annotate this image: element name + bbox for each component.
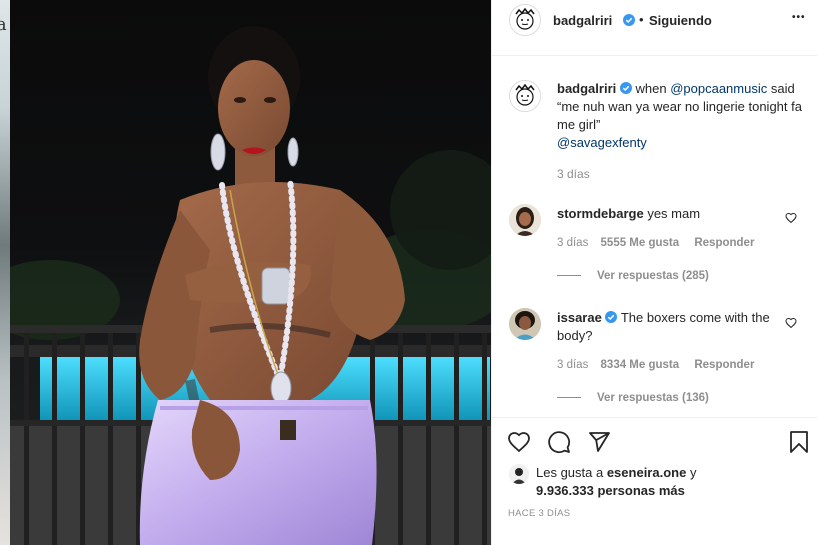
comment-2-time[interactable]: 3 días — [557, 359, 588, 371]
post-header: badgalriri • Siguiendo ••• — [492, 0, 817, 56]
comment-1-text: yes mam — [647, 206, 701, 221]
more-options-icon[interactable]: ••• — [792, 12, 806, 23]
view-replies-dash — [557, 397, 581, 399]
liker-avatar-drawing — [509, 464, 529, 484]
likes-count[interactable]: 9.936.333 personas más — [536, 483, 685, 498]
comment-2-like-icon[interactable] — [785, 317, 797, 329]
liker-username[interactable]: eseneira.one — [607, 465, 687, 480]
caption-verified-badge-icon — [619, 82, 632, 94]
comment-1-view-replies-label: Ver respuestas (285) — [597, 270, 709, 282]
comment-2-verified-badge-icon — [605, 311, 618, 323]
view-replies-dash — [557, 275, 581, 277]
caption-text-before: when — [635, 81, 671, 96]
share-icon[interactable] — [587, 430, 611, 454]
comment-1-reply-button[interactable]: Responder — [694, 237, 754, 249]
likes-summary: Les gusta a eseneira.one y 9.936.333 per… — [536, 464, 806, 500]
comment-1-like-icon[interactable] — [785, 212, 797, 224]
author-avatar[interactable] — [509, 4, 541, 36]
comment-1: stormdebarge yes mam — [557, 205, 777, 223]
comment-avatar-drawing — [509, 204, 541, 236]
caption-time[interactable]: 3 días — [557, 167, 590, 181]
comment-1-username[interactable]: stormdebarge — [557, 206, 644, 221]
heart-icon[interactable] — [507, 430, 531, 454]
post-panel: badgalriri • Siguiendo ••• badgalriri wh… — [491, 0, 817, 545]
likes-suffix: y — [686, 465, 697, 480]
comment-2-reply-button[interactable]: Responder — [694, 359, 754, 371]
comment-icon[interactable] — [547, 430, 571, 454]
likes-prefix: Les gusta a — [536, 465, 607, 480]
liker-avatar[interactable] — [509, 464, 529, 484]
caption-mention-savagexfenty[interactable]: @savagexfenty — [557, 135, 647, 150]
post-actions: Les gusta a eseneira.one y 9.936.333 per… — [492, 417, 817, 545]
post-timestamp[interactable]: HACE 3 DÍAS — [508, 508, 570, 519]
comment-2-username[interactable]: issarae — [557, 310, 602, 325]
comment-2-view-replies[interactable]: Ver respuestas (136) — [557, 392, 709, 404]
comment-2-view-replies-label: Ver respuestas (136) — [597, 392, 709, 404]
background-page-text: a — [0, 14, 7, 35]
post-photo-illustration — [10, 26, 491, 545]
comment-1-meta: 3 días 5555 Me gusta Responder — [557, 237, 754, 249]
comment-avatar-issarae[interactable] — [509, 308, 541, 340]
comment-avatar-stormdebarge[interactable] — [509, 204, 541, 236]
caption-username[interactable]: badgalriri — [557, 81, 616, 96]
caption-avatar-drawing — [510, 81, 540, 111]
author-username[interactable]: badgalriri — [553, 13, 612, 28]
caption: badgalriri when @popcaanmusic said “me n… — [557, 80, 802, 152]
comment-2: issarae The boxers come with the body? — [557, 309, 777, 345]
comment-1-view-replies[interactable]: Ver respuestas (285) — [557, 270, 709, 282]
caption-avatar[interactable] — [509, 80, 541, 112]
verified-badge-icon — [623, 14, 635, 26]
comment-2-meta: 3 días 8334 Me gusta Responder — [557, 359, 754, 371]
author-avatar-drawing — [510, 5, 540, 35]
comment-1-likes[interactable]: 5555 Me gusta — [601, 237, 680, 249]
comment-2-likes[interactable]: 8334 Me gusta — [601, 359, 680, 371]
bookmark-icon[interactable] — [787, 430, 811, 454]
background-page-edge: a — [0, 0, 10, 545]
comment-avatar-drawing — [509, 308, 541, 340]
header-separator: • — [639, 12, 644, 27]
post-photo[interactable] — [10, 0, 491, 545]
following-button[interactable]: Siguiendo — [649, 13, 712, 28]
comment-1-time[interactable]: 3 días — [557, 237, 588, 249]
caption-mention-popcaanmusic[interactable]: @popcaanmusic — [670, 81, 767, 96]
